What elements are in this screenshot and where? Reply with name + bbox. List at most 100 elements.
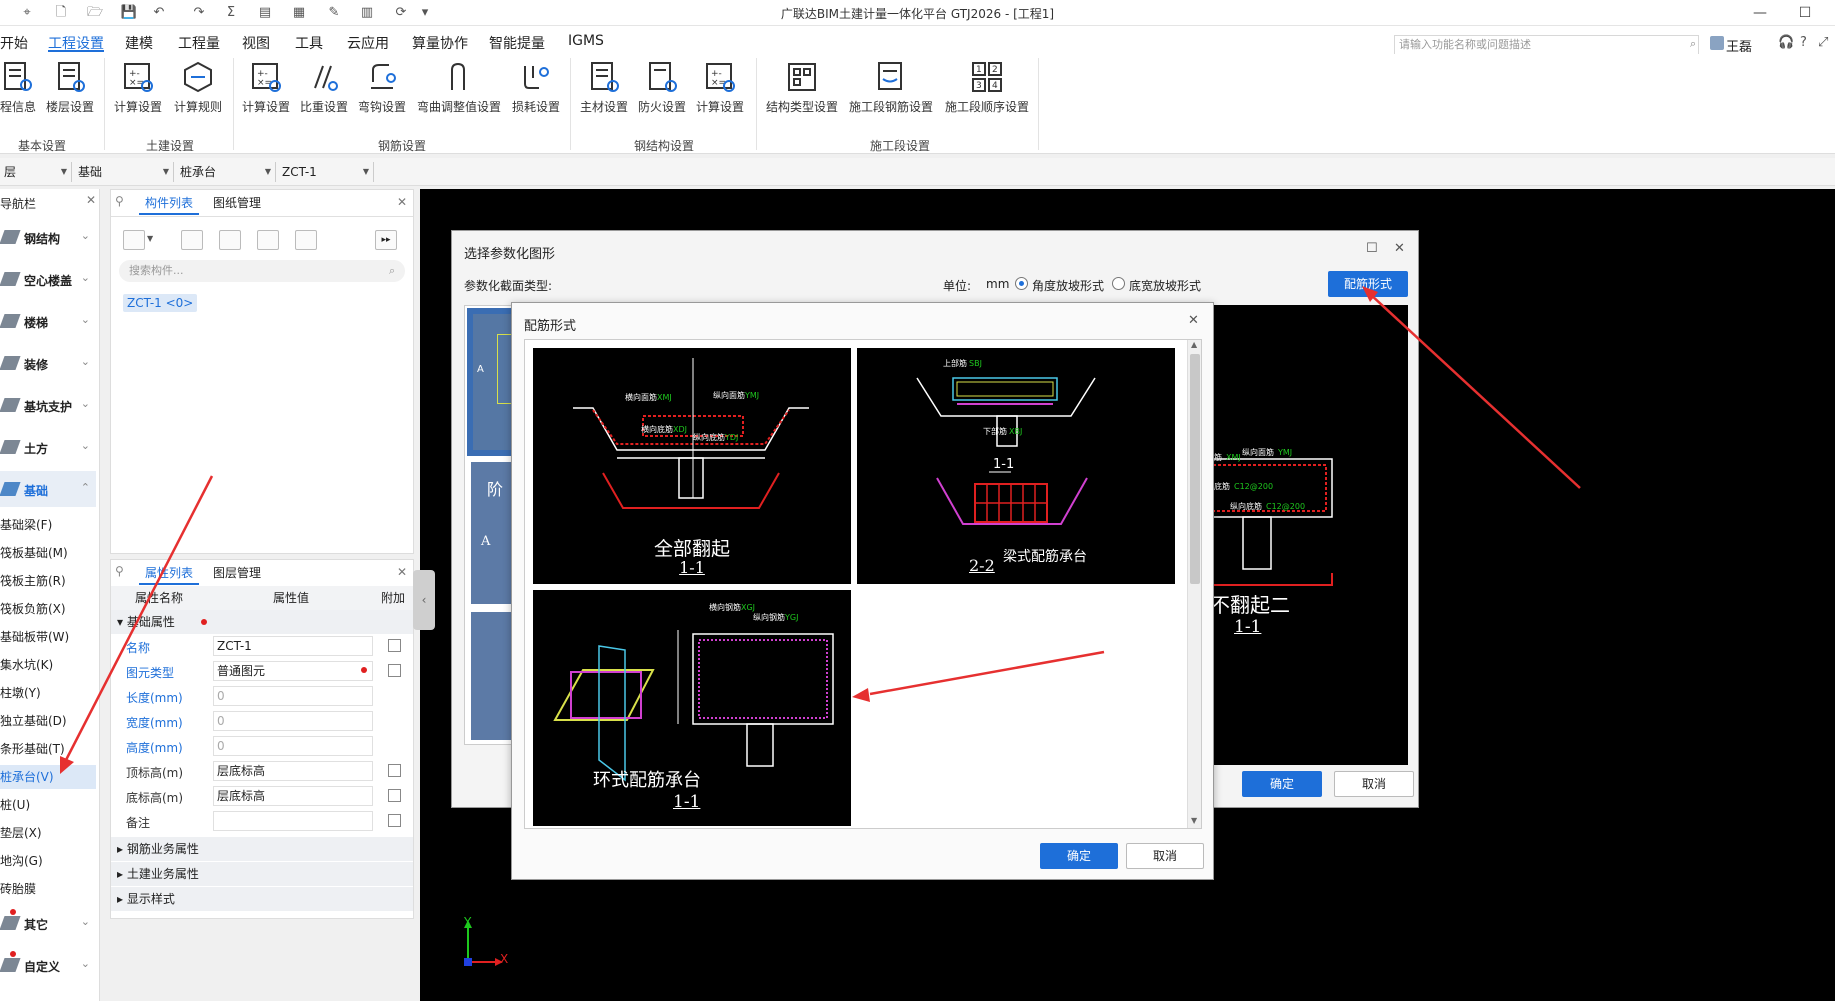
loss-settings-button[interactable]: 损耗设置 [510, 60, 562, 115]
pin-icon[interactable]: ⚲ [115, 194, 124, 208]
main-material-button[interactable]: 主材设置 [578, 60, 630, 115]
nav-item-foundation-beam[interactable]: 基础梁(F) [0, 513, 96, 537]
menu-view[interactable]: 视图 [242, 33, 270, 53]
bottom-elevation-field[interactable]: 层底标高 [213, 786, 373, 806]
nav-item-raft[interactable]: 筏板基础(M) [0, 541, 96, 565]
calc-rules-button[interactable]: 计算规则 [172, 60, 224, 115]
menu-tools[interactable]: 工具 [295, 33, 323, 53]
steel-calc-settings-button[interactable]: +- ×= 计算设置 [694, 60, 746, 115]
property-group-civil[interactable]: ▸ 土建业务属性 [111, 862, 413, 886]
nav-item-raft-main-bar[interactable]: 筏板主筋(R) [0, 569, 96, 593]
menu-collaboration[interactable]: 算量协作 [412, 33, 468, 53]
checkbox[interactable] [388, 789, 401, 802]
tab-property-list[interactable]: 属性列表 [145, 564, 193, 581]
checkbox[interactable] [388, 639, 401, 652]
search-icon[interactable]: ⌕ [389, 264, 395, 278]
nav-item-strip-footing[interactable]: 条形基础(T) [0, 737, 96, 761]
rebar-form-button[interactable]: 配筋形式 [1328, 271, 1408, 297]
weight-settings-button[interactable]: 比重设置 [298, 60, 350, 115]
close-icon[interactable]: ✕ [397, 195, 407, 209]
nav-item-foundation-strip[interactable]: 基础板带(W) [0, 625, 96, 649]
menu-igms[interactable]: IGMS [568, 33, 604, 49]
nav-group-hollow-slab[interactable]: 空心楼盖 ⌄ [0, 261, 96, 297]
maximize-icon[interactable]: ☐ [1366, 241, 1378, 256]
nav-group-pit-support[interactable]: 基坑支护 ⌄ [0, 387, 96, 423]
minimize-icon[interactable]: — [1745, 2, 1775, 24]
new-component-icon[interactable] [123, 230, 145, 250]
floor-selector[interactable]: 层 ▼ [0, 162, 72, 182]
menu-cloud[interactable]: 云应用 [347, 33, 389, 53]
checkbox[interactable] [388, 764, 401, 777]
checkbox[interactable] [388, 814, 401, 827]
collapse-panel-handle[interactable]: ‹ [413, 570, 435, 630]
rebar-form-beam[interactable]: 1-1 上部筋 SBJ 下部筋 XBJ 梁式配筋承台 2-2 [857, 348, 1175, 584]
structure-type-button[interactable]: 结构类型设置 [764, 60, 840, 115]
help-icon[interactable]: ? [1800, 35, 1807, 50]
nav-item-sump[interactable]: 集水坑(K) [0, 653, 96, 677]
radio-angle-slope[interactable] [1015, 277, 1028, 290]
close-icon[interactable]: ✕ [1394, 241, 1405, 256]
menu-modeling[interactable]: 建模 [125, 33, 153, 53]
nav-item-cushion[interactable]: 垫层(X) [0, 821, 96, 845]
floor-settings-button[interactable]: 楼层设置 [44, 60, 96, 115]
type-field[interactable]: 普通图元 [213, 661, 373, 681]
more-icon[interactable]: ▸▸ [375, 230, 397, 250]
nav-item-raft-neg-bar[interactable]: 筏板负筋(X) [0, 597, 96, 621]
nav-group-earthwork[interactable]: 土方 ⌄ [0, 429, 96, 465]
nav-group-decoration[interactable]: 装修 ⌄ [0, 345, 96, 381]
top-elevation-field[interactable]: 层底标高 [213, 761, 373, 781]
property-group-display[interactable]: ▸ 显示样式 [111, 887, 413, 911]
project-info-button[interactable]: 程信息 [0, 60, 36, 115]
width-field[interactable]: 0 [213, 711, 373, 731]
nav-item-column-pier[interactable]: 柱墩(Y) [0, 681, 96, 705]
scrollbar-thumb[interactable] [1190, 354, 1200, 584]
dialog1-cancel-button[interactable]: 取消 [1334, 771, 1414, 797]
segment-order-button[interactable]: 1234 施工段顺序设置 [942, 60, 1032, 115]
chevron-down-icon[interactable]: ▼ [147, 234, 153, 243]
category-selector[interactable]: 基础 ▼ [74, 162, 174, 182]
hook-settings-button[interactable]: 弯钩设置 [356, 60, 408, 115]
rebar-form-all-bent[interactable]: 横向面筋 XMJ 纵向面筋 YMJ 横向底筋 XDJ 纵向底筋 YDJ 全部翻起… [533, 348, 851, 584]
expand-icon[interactable]: ⤢ [1818, 35, 1828, 50]
bend-adjust-button[interactable]: 弯曲调整值设置 [416, 60, 502, 115]
type-selector[interactable]: 桩承台 ▼ [176, 162, 276, 182]
nav-item-trench[interactable]: 地沟(G) [0, 849, 96, 873]
name-field[interactable]: ZCT-1 [213, 636, 373, 656]
scroll-down-icon[interactable]: ▼ [1191, 816, 1197, 825]
copy-icon[interactable] [181, 230, 203, 250]
save-template-icon[interactable] [295, 230, 317, 250]
property-group-rebar[interactable]: ▸ 钢筋业务属性 [111, 837, 413, 861]
menu-start[interactable]: 开始 [0, 33, 28, 53]
avatar[interactable] [1710, 36, 1724, 50]
nav-item-brick-mold[interactable]: 砖胎膜 [0, 877, 96, 901]
nav-item-pile[interactable]: 桩(U) [0, 793, 96, 817]
delete-icon[interactable] [219, 230, 241, 250]
height-field[interactable]: 0 [213, 736, 373, 756]
tab-layer-management[interactable]: 图层管理 [213, 564, 261, 581]
maximize-icon[interactable]: ☐ [1790, 2, 1820, 24]
close-icon[interactable]: ✕ [86, 193, 96, 207]
property-group-foundation[interactable]: ▾ 基础属性 [111, 610, 413, 634]
remark-field[interactable] [213, 811, 373, 831]
dialog1-ok-button[interactable]: 确定 [1242, 771, 1322, 797]
close-icon[interactable]: ✕ [397, 565, 407, 579]
user-name[interactable]: 王磊 [1726, 36, 1752, 55]
rebar-calc-settings-button[interactable]: +- ×= 计算设置 [240, 60, 292, 115]
fireproof-button[interactable]: 防火设置 [636, 60, 688, 115]
dialog2-cancel-button[interactable]: 取消 [1126, 843, 1204, 869]
nav-group-steel[interactable]: 钢结构 ⌄ [0, 219, 96, 255]
nav-item-isolated-footing[interactable]: 独立基础(D) [0, 709, 96, 733]
segment-rebar-button[interactable]: 施工段钢筋设置 [846, 60, 936, 115]
menu-quantity[interactable]: 工程量 [178, 33, 220, 53]
search-icon[interactable]: ⌕ [1690, 37, 1696, 51]
close-icon[interactable]: ✕ [1188, 313, 1199, 328]
component-selector[interactable]: ZCT-1 ▼ [278, 162, 374, 182]
rebar-form-ring[interactable]: 横向钢筋 XGJ 纵向钢筋 YGJ 环式配筋承台 1-1 [533, 590, 851, 826]
menu-smart-extract[interactable]: 智能提量 [489, 33, 545, 53]
nav-group-foundation[interactable]: 基础 ⌃ [0, 471, 96, 507]
length-field[interactable]: 0 [213, 686, 373, 706]
duplicate-layer-icon[interactable] [257, 230, 279, 250]
dialog2-ok-button[interactable]: 确定 [1040, 843, 1118, 869]
pin-icon[interactable]: ⚲ [115, 564, 124, 578]
nav-group-stairs[interactable]: 楼梯 ⌄ [0, 303, 96, 339]
